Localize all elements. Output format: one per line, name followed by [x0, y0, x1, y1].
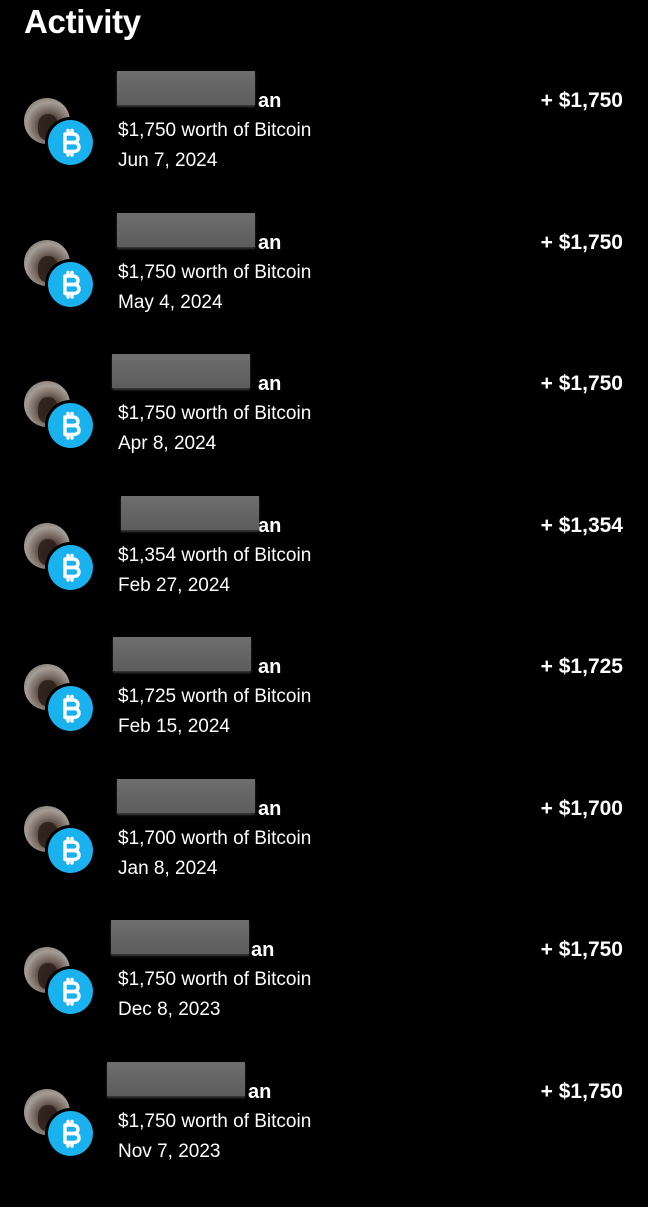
bitcoin-icon: [45, 825, 96, 876]
sender-name-text: an: [248, 1081, 272, 1103]
bitcoin-icon: [45, 1108, 96, 1159]
transaction-row[interactable]: an + $1,700 $1,700 worth of Bitcoin Jan …: [0, 779, 648, 924]
bitcoin-icon: [45, 400, 96, 451]
transaction-description: $1,750 worth of Bitcoin: [118, 969, 312, 990]
sender-name: an: [113, 637, 318, 682]
sender-name-text: an: [258, 656, 282, 678]
transaction-amount: + $1,750: [540, 231, 623, 254]
sender-name-text: an: [258, 798, 282, 820]
redaction-block: [117, 213, 255, 247]
sender-name-text: an: [251, 939, 275, 961]
transaction-date: May 4, 2024: [118, 292, 223, 313]
redaction-block: [117, 779, 255, 813]
transaction-row[interactable]: an + $1,354 $1,354 worth of Bitcoin Feb …: [0, 496, 648, 641]
sender-name-text: an: [258, 90, 282, 112]
sender-name-text: an: [258, 515, 282, 537]
transaction-amount: + $1,725: [540, 655, 623, 678]
redaction-block: [107, 1062, 245, 1096]
sender-name: an: [112, 354, 318, 399]
transaction-description: $1,750 worth of Bitcoin: [118, 1111, 312, 1132]
transaction-amount: + $1,750: [540, 938, 623, 961]
transaction-description: $1,354 worth of Bitcoin: [118, 545, 312, 566]
sender-name: an: [118, 496, 318, 541]
transaction-date: Jun 7, 2024: [118, 150, 218, 171]
bitcoin-icon: [45, 966, 96, 1017]
sender-name: an: [117, 71, 318, 116]
transaction-description: $1,700 worth of Bitcoin: [118, 828, 312, 849]
sender-name-text: an: [258, 373, 282, 395]
transaction-description: $1,750 worth of Bitcoin: [118, 403, 312, 424]
transaction-row[interactable]: an + $1,750 $1,750 worth of Bitcoin May …: [0, 213, 648, 358]
bitcoin-icon: [45, 117, 96, 168]
transaction-row[interactable]: an + $1,725 $1,725 worth of Bitcoin Feb …: [0, 637, 648, 782]
transaction-date: Dec 8, 2023: [118, 999, 221, 1020]
transaction-amount: + $1,750: [540, 89, 623, 112]
transaction-description: $1,750 worth of Bitcoin: [118, 262, 312, 283]
transaction-date: Jan 8, 2024: [118, 858, 218, 879]
redaction-block: [121, 496, 259, 530]
redaction-block: [111, 920, 249, 954]
bitcoin-icon: [45, 259, 96, 310]
transaction-amount: + $1,354: [540, 514, 623, 537]
sender-name: an: [107, 1062, 318, 1107]
transaction-date: Feb 15, 2024: [118, 716, 230, 737]
bitcoin-icon: [45, 683, 96, 734]
redaction-block: [112, 354, 250, 388]
sender-name-text: an: [258, 232, 282, 254]
transaction-amount: + $1,700: [540, 797, 623, 820]
sender-name: an: [117, 779, 318, 824]
transaction-date: Feb 27, 2024: [118, 575, 230, 596]
transaction-row[interactable]: an + $1,750 $1,750 worth of Bitcoin Jun …: [0, 71, 648, 216]
transaction-row[interactable]: an + $1,750 $1,750 worth of Bitcoin Dec …: [0, 920, 648, 1065]
sender-name: an: [117, 213, 318, 258]
sender-name: an: [111, 920, 318, 965]
transaction-amount: + $1,750: [540, 372, 623, 395]
transaction-description: $1,750 worth of Bitcoin: [118, 120, 312, 141]
redaction-block: [113, 637, 251, 671]
transaction-amount: + $1,750: [540, 1080, 623, 1103]
transaction-row[interactable]: an + $1,750 $1,750 worth of Bitcoin Nov …: [0, 1062, 648, 1207]
transaction-description: $1,725 worth of Bitcoin: [118, 686, 312, 707]
transaction-date: Apr 8, 2024: [118, 433, 217, 454]
redaction-block: [117, 71, 255, 105]
bitcoin-icon: [45, 542, 96, 593]
transaction-date: Nov 7, 2023: [118, 1141, 221, 1162]
page-title: Activity: [24, 3, 141, 40]
transaction-row[interactable]: an + $1,750 $1,750 worth of Bitcoin Apr …: [0, 354, 648, 499]
